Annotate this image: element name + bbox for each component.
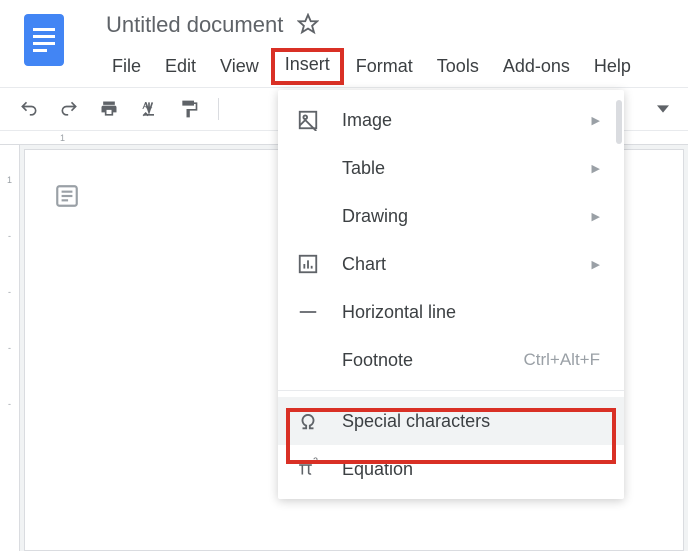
menu-item-label: Chart — [342, 254, 592, 275]
horizontal-line-icon — [296, 300, 320, 324]
docs-logo-icon[interactable] — [24, 14, 64, 66]
menu-item-label: Horizontal line — [342, 302, 600, 323]
ruler-tick: 1 — [0, 175, 19, 231]
menu-item-special-characters[interactable]: Special characters — [278, 397, 624, 445]
menu-item-label: Drawing — [342, 206, 592, 227]
submenu-arrow-icon: ▶ — [592, 210, 600, 223]
menu-item-equation[interactable]: 2 Equation — [278, 445, 624, 493]
pi-icon: 2 — [296, 457, 320, 481]
ruler-tick: - — [0, 399, 19, 455]
submenu-arrow-icon: ▶ — [592, 258, 600, 271]
menu-item-chart[interactable]: Chart ▶ — [278, 240, 624, 288]
header-right: Untitled document File Edit View Insert … — [88, 8, 688, 87]
menu-item-label: Special characters — [342, 411, 600, 432]
menu-item-image[interactable]: Image ▶ — [278, 96, 624, 144]
print-icon[interactable] — [98, 98, 120, 120]
toolbar-more-icon[interactable] — [652, 98, 674, 120]
menu-addons[interactable]: Add-ons — [491, 52, 582, 81]
menu-separator — [278, 390, 624, 391]
menu-insert[interactable]: Insert — [271, 48, 344, 85]
menu-item-label: Footnote — [342, 350, 523, 371]
spellcheck-icon[interactable]: A — [138, 98, 160, 120]
omega-icon — [296, 409, 320, 433]
scrollbar-thumb[interactable] — [616, 100, 622, 144]
menu-item-drawing[interactable]: Drawing ▶ — [278, 192, 624, 240]
ruler-vertical[interactable]: 1 - - - - — [0, 145, 20, 551]
menu-view[interactable]: View — [208, 52, 271, 81]
outline-toggle-icon[interactable] — [50, 179, 84, 213]
menu-format[interactable]: Format — [344, 52, 425, 81]
header: Untitled document File Edit View Insert … — [0, 0, 688, 87]
menu-item-table[interactable]: Table ▶ — [278, 144, 624, 192]
document-title[interactable]: Untitled document — [106, 12, 283, 38]
image-icon — [296, 108, 320, 132]
ruler-tick: - — [0, 287, 19, 343]
submenu-arrow-icon: ▶ — [592, 114, 600, 127]
menu-tools[interactable]: Tools — [425, 52, 491, 81]
ruler-tick: - — [0, 343, 19, 399]
menu-edit[interactable]: Edit — [153, 52, 208, 81]
footnote-icon — [296, 348, 320, 372]
menu-item-label: Equation — [342, 459, 600, 480]
menu-item-shortcut: Ctrl+Alt+F — [523, 350, 600, 370]
undo-icon[interactable] — [18, 98, 40, 120]
paint-format-icon[interactable] — [178, 98, 200, 120]
star-icon[interactable] — [297, 13, 319, 38]
toolbar-separator — [218, 98, 219, 120]
menu-item-horizontal-line[interactable]: Horizontal line — [278, 288, 624, 336]
redo-icon[interactable] — [58, 98, 80, 120]
menu-item-footnote[interactable]: Footnote Ctrl+Alt+F — [278, 336, 624, 384]
menu-item-label: Table — [342, 158, 592, 179]
menu-help[interactable]: Help — [582, 52, 643, 81]
drawing-icon — [296, 204, 320, 228]
menu-item-label: Image — [342, 110, 592, 131]
ruler-tick: 1 — [60, 133, 108, 143]
title-row: Untitled document — [88, 8, 688, 38]
menubar: File Edit View Insert Format Tools Add-o… — [88, 38, 688, 87]
menu-file[interactable]: File — [100, 52, 153, 81]
chart-icon — [296, 252, 320, 276]
table-icon — [296, 156, 320, 180]
ruler-tick: - — [0, 231, 19, 287]
insert-dropdown: Image ▶ Table ▶ Drawing ▶ Chart ▶ Horizo… — [278, 90, 624, 499]
submenu-arrow-icon: ▶ — [592, 162, 600, 175]
